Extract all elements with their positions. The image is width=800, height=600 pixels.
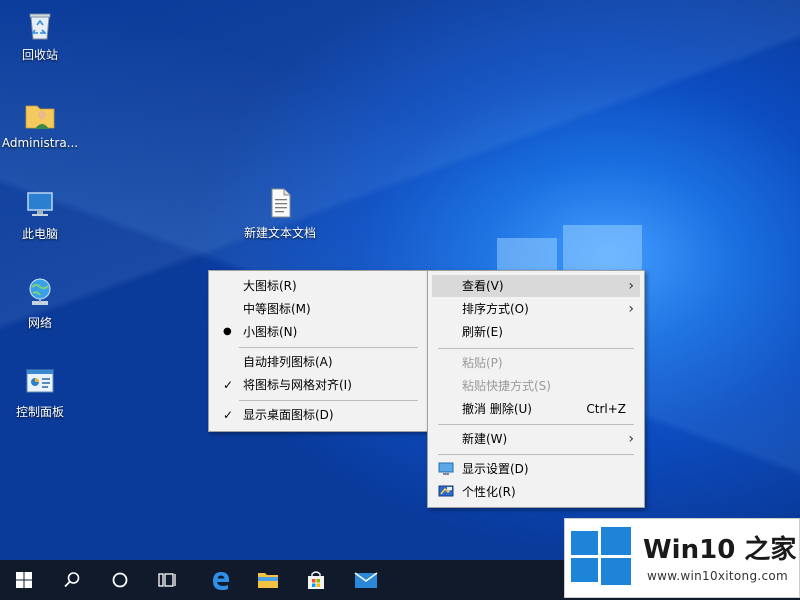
control-panel-icon	[26, 369, 54, 393]
desktop-icon-label: 此电脑	[21, 227, 58, 241]
desktop-icon-label: 控制面板	[15, 405, 64, 419]
menu-item-personalize[interactable]: 个性化(R)	[428, 481, 644, 503]
file-explorer-icon	[258, 573, 278, 588]
user-folder-icon	[25, 105, 55, 129]
watermark-url: www.win10xitong.com	[647, 569, 789, 583]
taskbar-file-explorer[interactable]	[244, 560, 292, 600]
taskbar-edge[interactable]	[196, 560, 244, 600]
search-button[interactable]	[48, 560, 96, 600]
computer-icon	[27, 192, 53, 216]
desktop[interactable]: 回收站 Administra... 此电脑 网络 控制面板 新建文本文档 大图标…	[0, 0, 800, 560]
shortcut-text: Ctrl+Z	[586, 402, 626, 416]
menu-item-small-icons[interactable]: ● 小图标(N)	[209, 321, 428, 343]
menu-item-large-icons[interactable]: 大图标(R)	[209, 275, 428, 297]
menu-separator	[438, 348, 634, 349]
desktop-icon-label: 回收站	[21, 48, 58, 62]
personalize-icon	[438, 485, 454, 497]
network-icon	[29, 278, 51, 305]
desktop-icon-new-text-document[interactable]: 新建文本文档	[240, 186, 320, 241]
store-icon	[308, 571, 324, 589]
checkmark-icon: ✓	[223, 378, 234, 392]
windows-logo-icon	[571, 527, 631, 585]
menu-item-paste: 粘贴(P)	[462, 356, 503, 370]
start-button[interactable]	[0, 560, 48, 600]
taskbar-store[interactable]	[292, 560, 340, 600]
menu-item-paste-shortcut: 粘贴快捷方式(S)	[462, 379, 551, 393]
desktop-icon-administrator[interactable]: Administra...	[0, 98, 80, 150]
desktop-icon-label: Administra...	[1, 136, 79, 150]
menu-item-medium-icons[interactable]: 中等图标(M)	[209, 298, 428, 320]
task-view-button[interactable]	[144, 560, 192, 600]
menu-separator	[438, 454, 634, 455]
checkmark-icon: ✓	[223, 408, 234, 422]
chevron-right-icon: ›	[628, 431, 634, 447]
recycle-bin-icon	[29, 13, 51, 40]
cortana-icon	[112, 572, 128, 588]
text-document-icon	[271, 188, 291, 218]
menu-item-sort-by[interactable]: 排序方式(O) ›	[428, 298, 644, 320]
mail-icon	[354, 572, 378, 588]
desktop-icon-label: 新建文本文档	[243, 226, 316, 240]
menu-item-auto-arrange[interactable]: 自动排列图标(A)	[209, 351, 428, 373]
radio-dot-icon: ●	[223, 326, 232, 337]
desktop-icon-control-panel[interactable]: 控制面板	[0, 365, 80, 420]
desktop-context-menu: 查看(V) › 排序方式(O) › 刷新(E) 粘贴(P) 粘贴快捷方式(S) …	[427, 270, 645, 508]
start-icon	[16, 572, 32, 588]
menu-item-view[interactable]: 查看(V) ›	[432, 275, 640, 297]
search-icon	[64, 572, 80, 588]
menu-separator	[239, 400, 418, 401]
task-view-icon	[158, 573, 176, 587]
watermark-title: Win10 之家	[643, 535, 797, 565]
desktop-icon-this-pc[interactable]: 此电脑	[0, 187, 80, 242]
menu-item-align-to-grid[interactable]: ✓ 将图标与网格对齐(I)	[209, 374, 428, 396]
display-settings-icon	[438, 462, 454, 475]
desktop-icon-label: 网络	[27, 316, 52, 330]
chevron-right-icon: ›	[628, 278, 634, 294]
chevron-right-icon: ›	[628, 301, 634, 317]
menu-item-display-settings[interactable]: 显示设置(D)	[428, 458, 644, 480]
cortana-button[interactable]	[96, 560, 144, 600]
menu-item-undo-delete[interactable]: 撤消 删除(U) Ctrl+Z	[428, 398, 644, 420]
desktop-icon-recycle-bin[interactable]: 回收站	[0, 8, 80, 63]
menu-separator	[438, 424, 634, 425]
menu-separator	[239, 347, 418, 348]
menu-item-show-desktop-icons[interactable]: ✓ 显示桌面图标(D)	[209, 404, 428, 426]
view-submenu: 大图标(R) 中等图标(M) ● 小图标(N) 自动排列图标(A) ✓ 将图标与…	[208, 270, 429, 432]
taskbar-mail[interactable]	[342, 560, 390, 600]
menu-item-new[interactable]: 新建(W) ›	[428, 428, 644, 450]
menu-item-refresh[interactable]: 刷新(E)	[428, 321, 644, 343]
watermark-logo: Win10 之家 www.win10xitong.com	[564, 518, 800, 598]
desktop-icon-network[interactable]: 网络	[0, 276, 80, 331]
edge-icon	[213, 572, 229, 590]
